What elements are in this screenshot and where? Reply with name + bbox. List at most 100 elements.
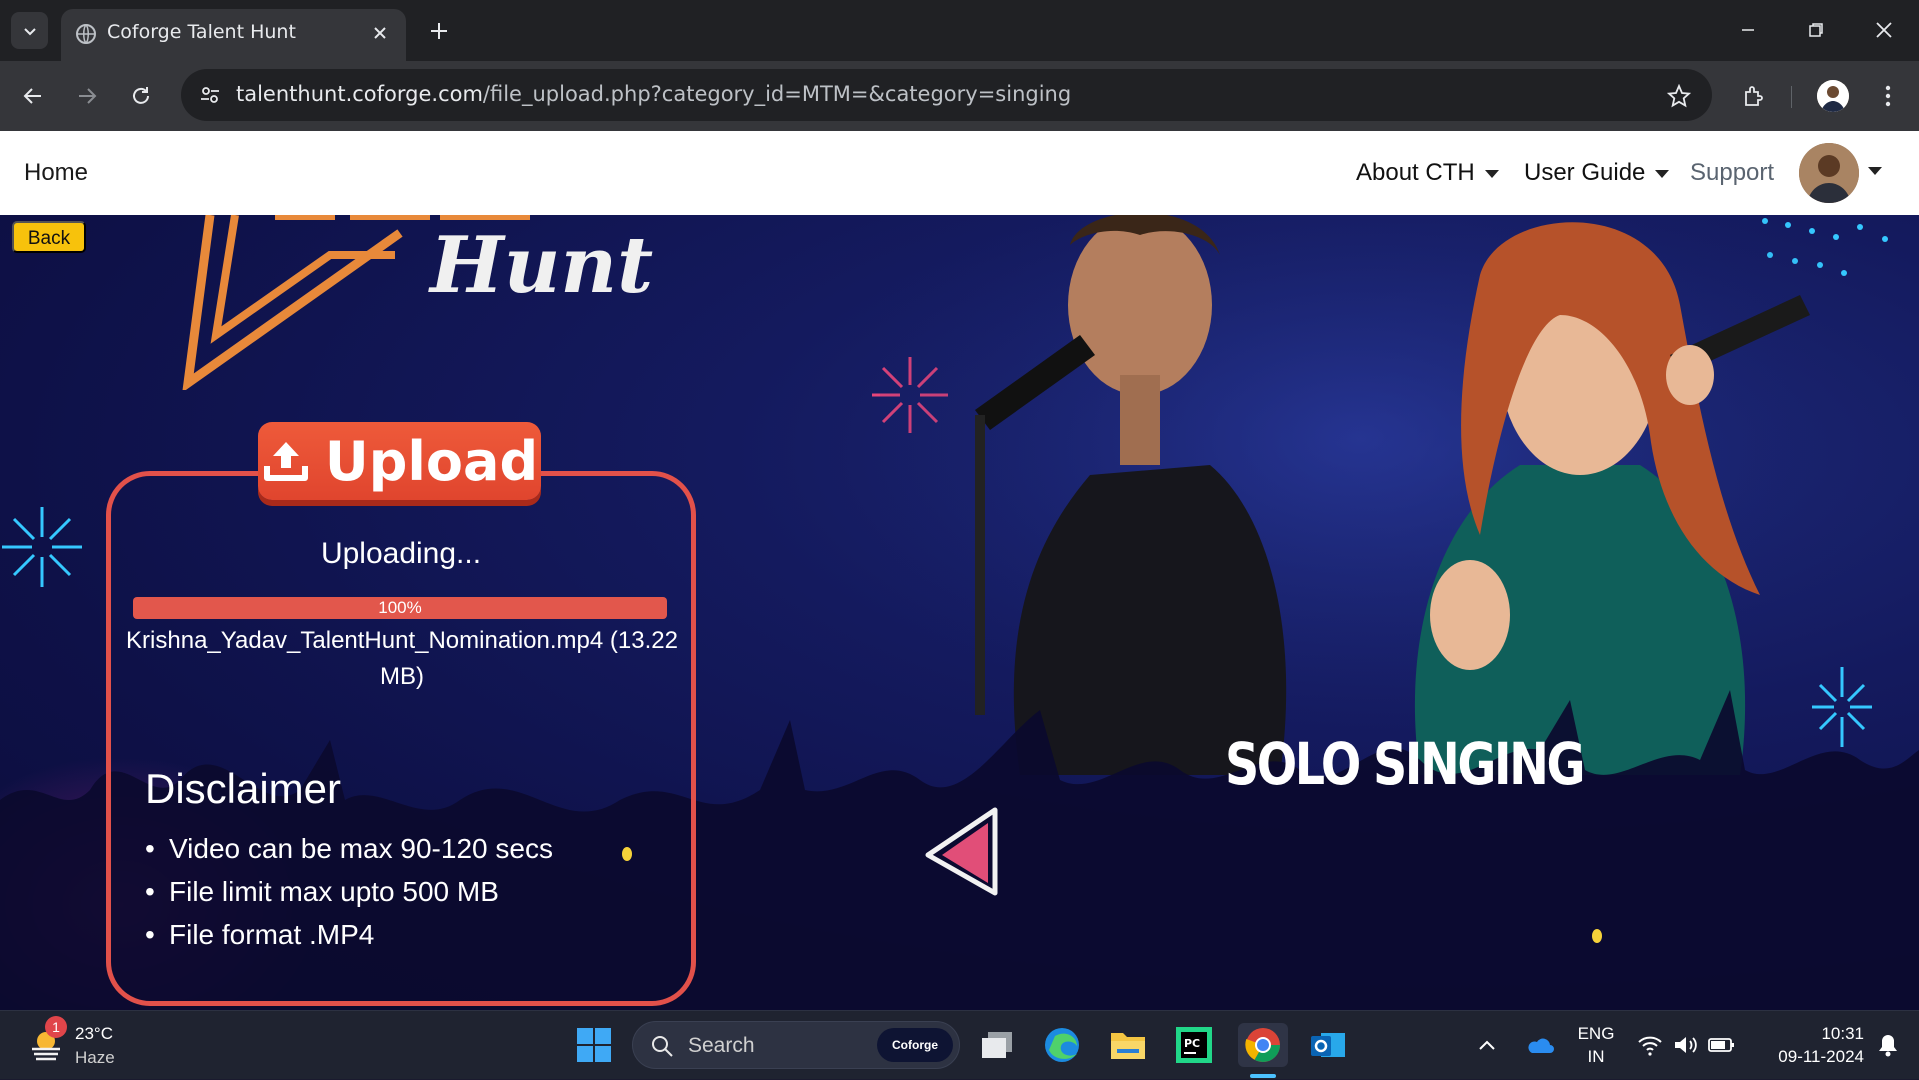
- weather-description: Haze: [75, 1048, 115, 1067]
- nav-support-link[interactable]: Support: [1690, 159, 1774, 187]
- nav-about-dropdown[interactable]: About CTH: [1356, 159, 1499, 187]
- close-icon: [374, 27, 386, 39]
- minimize-icon: [1742, 29, 1754, 31]
- upload-icon: [263, 442, 308, 481]
- chevron-down-icon: [23, 27, 36, 35]
- search-icon: [652, 1036, 673, 1057]
- weather-notification-badge: 1: [45, 1016, 67, 1038]
- notifications-button[interactable]: [1868, 1023, 1908, 1067]
- search-highlight-badge: Coforge: [877, 1028, 953, 1062]
- language-code: ENG: [1577, 1024, 1615, 1043]
- profile-avatar[interactable]: [1817, 80, 1849, 112]
- edge-app[interactable]: [1040, 1023, 1084, 1067]
- new-tab-button[interactable]: [424, 16, 454, 46]
- clock-time: 10:31: [1821, 1024, 1864, 1043]
- wifi-icon: [1638, 1036, 1662, 1056]
- upload-progress-bar: 100%: [133, 597, 667, 619]
- triangle-play-icon: [925, 807, 998, 896]
- upload-label: Upload: [324, 429, 539, 493]
- windows-taskbar: 1 23°C Haze Search Coforge PC ENG IN 10:…: [0, 1010, 1919, 1079]
- reload-icon: [133, 87, 149, 104]
- reload-button[interactable]: [124, 79, 158, 113]
- uploaded-file-name: Krishna_Yadav_TalentHunt_Nomination.mp4 …: [126, 627, 678, 690]
- progress-label: 100%: [378, 598, 422, 617]
- person-icon: [1799, 143, 1859, 203]
- system-tray-icons: [1638, 1036, 1734, 1056]
- pycharm-app[interactable]: PC: [1172, 1023, 1216, 1067]
- weather-widget[interactable]: 1: [20, 1011, 130, 1080]
- close-window-button[interactable]: [1864, 14, 1904, 46]
- tab-title: Coforge Talent Hunt: [107, 21, 296, 43]
- extensions-button[interactable]: [1737, 79, 1771, 113]
- outlook-app[interactable]: [1306, 1023, 1350, 1067]
- task-view-button[interactable]: [975, 1023, 1019, 1067]
- windows-logo-icon: [577, 1028, 611, 1062]
- minimize-button[interactable]: [1728, 14, 1768, 46]
- avatar-caret-down-icon[interactable]: [1868, 167, 1882, 175]
- start-button[interactable]: [572, 1023, 616, 1067]
- disclaimer-item: File limit max upto 500 MB: [145, 870, 553, 913]
- nav-home-link[interactable]: Home: [24, 159, 88, 187]
- puzzle-icon: [1745, 86, 1763, 106]
- toolbar-divider: [1791, 86, 1792, 108]
- taskbar-search-label: Search: [688, 1034, 755, 1057]
- site-info-button[interactable]: [195, 80, 225, 110]
- outlook-icon: [1311, 1033, 1345, 1057]
- upload-status: Uploading...: [320, 537, 482, 570]
- language-indicator[interactable]: ENG IN: [1574, 1022, 1618, 1068]
- hero-section: Hunt Back SOLO SINGING Upload Uploading.…: [0, 215, 1919, 1010]
- chrome-icon: [1245, 1028, 1280, 1062]
- active-app-indicator: [1250, 1074, 1276, 1078]
- edge-icon: [1045, 1028, 1079, 1062]
- task-view-icon: [982, 1032, 1012, 1058]
- quick-settings-button[interactable]: [1632, 1023, 1742, 1067]
- user-avatar[interactable]: [1799, 143, 1859, 203]
- plus-icon: [431, 23, 447, 39]
- browser-toolbar: talenthunt.coforge.com/file_upload.php?c…: [0, 61, 1919, 131]
- star-icon: [1667, 84, 1691, 108]
- dot-decoration-icon: [1592, 929, 1602, 943]
- caret-down-icon: [1655, 169, 1670, 178]
- tab-search-button[interactable]: [11, 12, 48, 49]
- show-hidden-icons-button[interactable]: [1470, 1023, 1504, 1067]
- chrome-app[interactable]: [1238, 1023, 1288, 1067]
- disclaimer-item: File format .MP4: [145, 913, 553, 956]
- person-icon: [1817, 80, 1849, 112]
- file-explorer-app[interactable]: [1106, 1023, 1150, 1067]
- disclaimer-list: Video can be max 90-120 secs File limit …: [145, 827, 553, 956]
- caret-down-icon: [1484, 169, 1499, 178]
- taskbar-search[interactable]: Search Coforge: [632, 1021, 960, 1069]
- active-tab[interactable]: Coforge Talent Hunt: [61, 9, 406, 61]
- clock-date: 09-11-2024: [1778, 1047, 1864, 1066]
- chevron-up-icon: [1479, 1040, 1495, 1050]
- browser-tab-bar: Coforge Talent Hunt: [0, 0, 1919, 61]
- forward-nav-button[interactable]: [70, 79, 104, 113]
- disclaimer-item: Video can be max 90-120 secs: [145, 827, 553, 870]
- tune-icon: [201, 87, 219, 103]
- tab-close-button[interactable]: [368, 21, 392, 45]
- back-button[interactable]: Back: [12, 221, 86, 253]
- pycharm-icon: PC: [1176, 1027, 1212, 1063]
- disclaimer-title: Disclaimer: [145, 765, 342, 812]
- url-text: talenthunt.coforge.com/file_upload.php?c…: [236, 82, 1072, 106]
- upload-button[interactable]: Upload: [258, 422, 541, 500]
- address-bar[interactable]: talenthunt.coforge.com/file_upload.php?c…: [181, 69, 1712, 121]
- weather-temperature: 23°C: [75, 1024, 113, 1043]
- arrow-right-icon: [79, 88, 97, 104]
- region-code: IN: [1587, 1047, 1605, 1066]
- bookmark-button[interactable]: [1664, 81, 1694, 111]
- globe-icon: [76, 24, 96, 44]
- svg-text:PC: PC: [1184, 1037, 1200, 1050]
- nav-user-guide-label: User Guide: [1524, 159, 1646, 186]
- restore-button[interactable]: [1796, 14, 1836, 46]
- onedrive-button[interactable]: [1520, 1023, 1558, 1067]
- clock[interactable]: 10:31 09-11-2024: [1754, 1022, 1864, 1068]
- folder-icon: [1111, 1033, 1145, 1059]
- nav-about-label: About CTH: [1356, 159, 1475, 186]
- nav-user-guide-dropdown[interactable]: User Guide: [1524, 159, 1670, 187]
- close-icon: [1876, 22, 1892, 38]
- sparkle-icon: [2, 507, 82, 587]
- back-nav-button[interactable]: [16, 79, 50, 113]
- cloud-icon: [1528, 1038, 1554, 1053]
- browser-menu-button[interactable]: [1873, 79, 1903, 113]
